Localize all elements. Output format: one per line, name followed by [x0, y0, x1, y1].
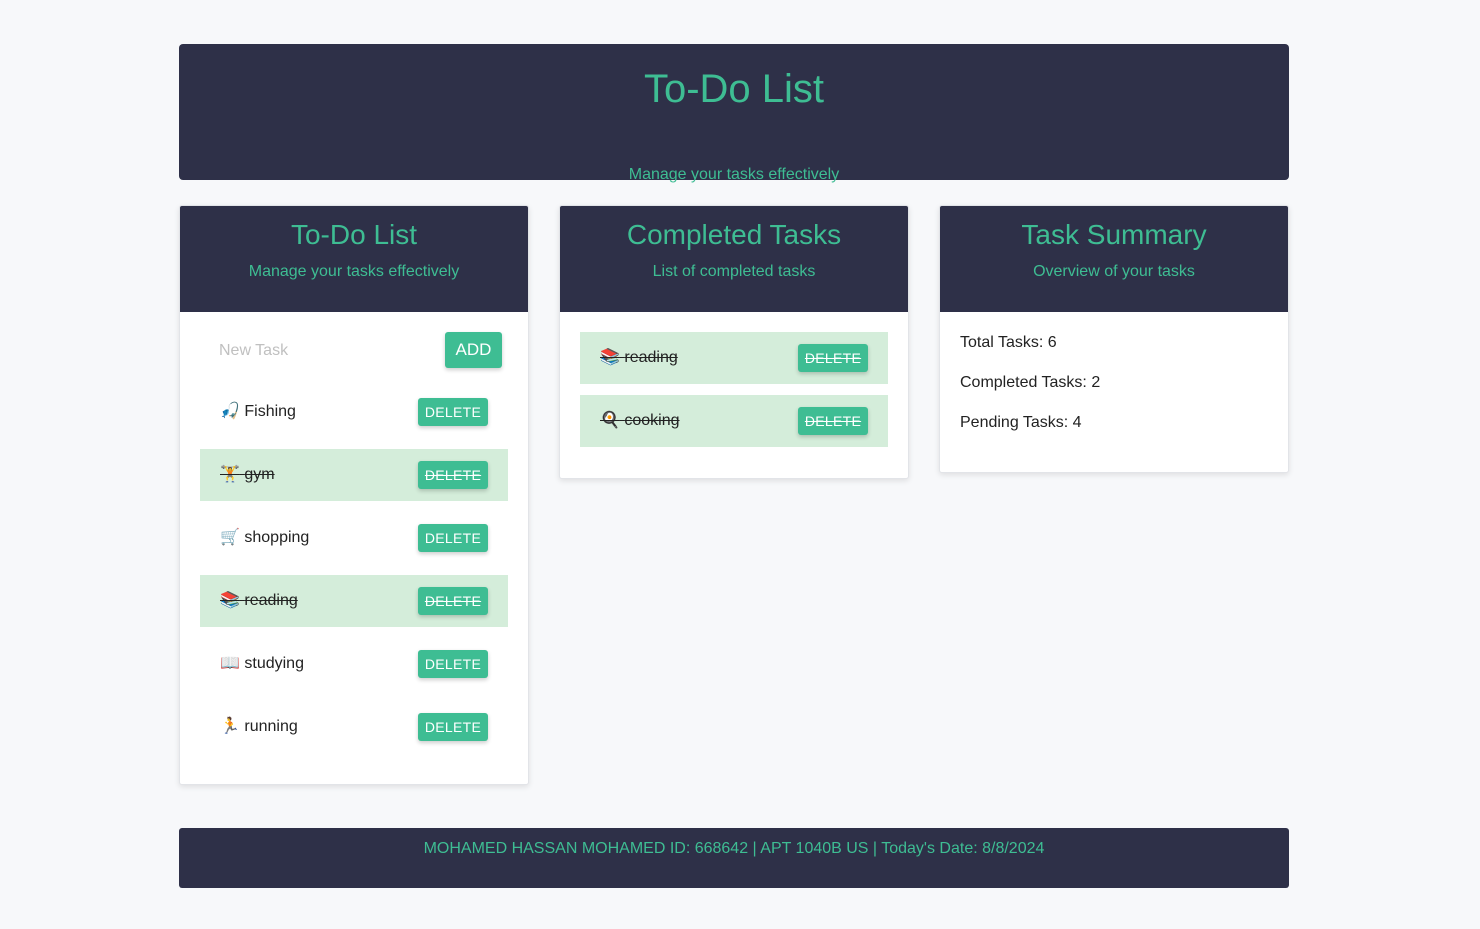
cooking-pan-icon: 🍳	[600, 412, 620, 429]
completed-card-title: Completed Tasks	[626, 219, 842, 250]
completed-tasks-count: Completed Tasks: 2	[960, 374, 1101, 391]
completed-card-subtitle: List of completed tasks	[652, 263, 816, 280]
new-task-input[interactable]	[217, 337, 421, 365]
completed-item-label: 🍳 cooking	[600, 395, 680, 447]
delete-task-button[interactable]: DELETE	[418, 524, 488, 552]
completed-card: Completed Tasks List of completed tasks …	[559, 205, 909, 479]
add-task-button[interactable]: ADD	[445, 332, 502, 368]
todo-item-label: 📖 studying	[220, 638, 304, 690]
weight-lifter-icon: 🏋️	[220, 466, 240, 483]
todo-card-subtitle: Manage your tasks effectively	[248, 263, 460, 280]
completed-item: 🍳 cooking DELETE	[580, 395, 888, 447]
summary-card-header: Task Summary Overview of your tasks	[940, 206, 1288, 312]
todo-item: 🛒 shopping DELETE	[200, 512, 508, 564]
todo-item-text: Fishing	[244, 403, 296, 420]
completed-item-text: cooking	[624, 412, 680, 429]
pending-tasks-count: Pending Tasks: 4	[960, 414, 1082, 431]
delete-task-button[interactable]: DELETE	[418, 461, 488, 489]
runner-icon: 🏃	[220, 718, 240, 735]
todo-item: 📖 studying DELETE	[200, 638, 508, 690]
todo-item-text: running	[244, 718, 298, 735]
todo-item: 🏃 running DELETE	[200, 701, 508, 753]
delete-task-button[interactable]: DELETE	[418, 398, 488, 426]
todo-card: To-Do List Manage your tasks effectively…	[179, 205, 529, 785]
shopping-cart-icon: 🛒	[220, 529, 240, 546]
completed-item-text: reading	[624, 349, 678, 366]
todo-item-label: 🏋️ gym	[220, 449, 275, 501]
footer-text: MOHAMED HASSAN MOHAMED ID: 668642 | APT …	[423, 840, 1045, 857]
todo-item: 📚 reading DELETE	[200, 575, 508, 627]
todo-card-title: To-Do List	[290, 219, 418, 250]
open-book-icon: 📖	[220, 655, 240, 672]
summary-card-subtitle: Overview of your tasks	[1033, 263, 1195, 280]
summary-card-title: Task Summary	[1021, 219, 1207, 250]
todo-item-text: studying	[244, 655, 304, 672]
fishing-pole-icon: 🎣	[220, 403, 240, 420]
completed-item: 📚 reading DELETE	[580, 332, 888, 384]
page-subtitle: Manage your tasks effectively	[628, 166, 840, 183]
page-footer: MOHAMED HASSAN MOHAMED ID: 668642 | APT …	[179, 828, 1289, 888]
completed-card-header: Completed Tasks List of completed tasks	[560, 206, 908, 312]
delete-task-button[interactable]: DELETE	[418, 713, 488, 741]
todo-item-label: 🛒 shopping	[220, 512, 309, 564]
books-icon: 📚	[600, 349, 620, 366]
todo-item: 🏋️ gym DELETE	[200, 449, 508, 501]
delete-task-button[interactable]: DELETE	[418, 650, 488, 678]
delete-task-button[interactable]: DELETE	[418, 587, 488, 615]
todo-item-label: 📚 reading	[220, 575, 298, 627]
todo-item-label: 🏃 running	[220, 701, 298, 753]
todo-item-text: gym	[244, 466, 275, 483]
todo-card-header: To-Do List Manage your tasks effectively	[180, 206, 528, 312]
books-icon: 📚	[220, 592, 240, 609]
page-header: To-Do List Manage your tasks effectively	[179, 44, 1289, 183]
total-tasks-count: Total Tasks: 6	[960, 334, 1057, 351]
page-title: To-Do List	[643, 67, 825, 111]
delete-task-button[interactable]: DELETE	[798, 407, 868, 435]
todo-item: 🎣 Fishing DELETE	[200, 386, 508, 438]
todo-item-label: 🎣 Fishing	[220, 386, 296, 438]
todo-item-text: shopping	[244, 529, 310, 546]
summary-card: Task Summary Overview of your tasks Tota…	[939, 205, 1289, 473]
completed-item-label: 📚 reading	[600, 332, 678, 384]
delete-task-button[interactable]: DELETE	[798, 344, 868, 372]
todo-item-text: reading	[244, 592, 298, 609]
